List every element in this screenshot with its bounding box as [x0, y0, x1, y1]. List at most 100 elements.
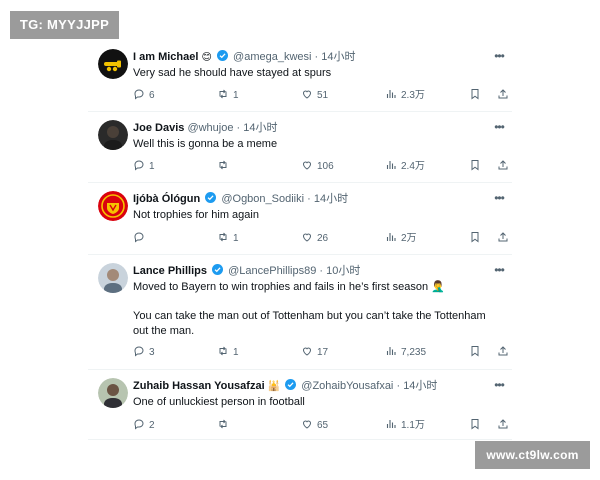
- like-count: 65: [317, 420, 329, 431]
- views-chart-icon: [386, 161, 396, 169]
- tweet-text: One of unluckiest person in football: [133, 395, 496, 410]
- display-name[interactable]: Ijóbà Ólógun: [133, 193, 200, 205]
- bookmark-button[interactable]: [469, 345, 481, 359]
- more-options-icon[interactable]: •••: [492, 379, 506, 391]
- reply-button[interactable]: 2: [133, 418, 155, 432]
- action-bar: 1 26 2万: [133, 231, 512, 245]
- view-count: 2.3万: [401, 90, 425, 101]
- like-button[interactable]: 17: [301, 345, 328, 359]
- display-name[interactable]: Joe Davis: [133, 122, 184, 134]
- retweet-button[interactable]: 1: [217, 88, 239, 102]
- timestamp[interactable]: 14小时: [314, 193, 348, 205]
- bookmark-button[interactable]: [469, 418, 481, 432]
- tweet-card[interactable]: Lance Phillips @LancePhillips89 · 10小时 •…: [88, 255, 512, 370]
- avatar[interactable]: [98, 191, 128, 221]
- handle[interactable]: @whujoe: [187, 122, 233, 134]
- reply-icon: [134, 89, 144, 100]
- like-button[interactable]: 26: [301, 231, 328, 245]
- timestamp[interactable]: 14小时: [403, 380, 437, 392]
- bookmark-button[interactable]: [469, 231, 481, 245]
- views-button[interactable]: 7,235: [385, 345, 426, 359]
- name-emoji: 🕌: [267, 381, 281, 392]
- heart-icon: [302, 347, 312, 356]
- more-options-icon[interactable]: •••: [492, 50, 506, 62]
- views-button[interactable]: 2.3万: [385, 88, 425, 102]
- reply-count: 6: [149, 90, 155, 101]
- bookmark-icon: [471, 419, 479, 430]
- reply-button[interactable]: 6: [133, 88, 155, 102]
- tweet-card[interactable]: I am Michael 😊 @amega_kwesi · 14小时 ••• V…: [88, 41, 512, 112]
- share-icon: [498, 232, 508, 242]
- handle[interactable]: @ZohaibYousafxai: [301, 380, 393, 392]
- avatar[interactable]: [98, 120, 128, 150]
- tweet-text: Moved to Bayern to win trophies and fail…: [133, 280, 496, 338]
- display-name[interactable]: I am Michael: [133, 51, 198, 63]
- handle[interactable]: @Ogbon_Sodiiki: [221, 193, 304, 205]
- bookmark-icon: [471, 89, 479, 100]
- more-options-icon[interactable]: •••: [492, 264, 506, 276]
- like-button[interactable]: 106: [301, 159, 334, 173]
- avatar[interactable]: [98, 378, 128, 408]
- retweet-button[interactable]: 1: [217, 345, 239, 359]
- tweet-text: Not trophies for him again: [133, 208, 496, 223]
- like-button[interactable]: 65: [301, 418, 328, 432]
- tweet-card[interactable]: Joe Davis @whujoe · 14小时 ••• Well this i…: [88, 112, 512, 183]
- tweet-text-line: Well this is gonna be a meme: [133, 138, 278, 150]
- tweet-text-line: One of unluckiest person in football: [133, 396, 305, 408]
- tweet-text: Very sad he should have stayed at spurs: [133, 66, 496, 81]
- views-button[interactable]: 2.4万: [385, 159, 425, 173]
- retweet-icon: [219, 419, 227, 429]
- share-icon: [498, 346, 508, 356]
- reply-icon: [134, 160, 144, 171]
- avatar[interactable]: [98, 49, 128, 79]
- verified-badge-icon: [285, 379, 297, 390]
- arsenal-cannon-icon: [98, 49, 128, 79]
- portrait-icon: [98, 378, 128, 408]
- display-name[interactable]: Zuhaib Hassan Yousafzai: [133, 380, 265, 392]
- tweet-header: Zuhaib Hassan Yousafzai 🕌 @ZohaibYousafx…: [133, 378, 484, 394]
- retweet-button[interactable]: 1: [217, 231, 239, 245]
- like-count: 26: [317, 233, 329, 244]
- reply-button[interactable]: [133, 231, 145, 245]
- like-count: 17: [317, 347, 329, 358]
- reply-button[interactable]: 1: [133, 159, 155, 173]
- retweet-count: 1: [233, 233, 239, 244]
- share-button[interactable]: [497, 88, 509, 102]
- tweet-card[interactable]: Zuhaib Hassan Yousafzai 🕌 @ZohaibYousafx…: [88, 370, 512, 440]
- timestamp[interactable]: 14小时: [243, 122, 277, 134]
- separator-dot: ·: [307, 193, 311, 205]
- separator-dot: ·: [319, 265, 324, 277]
- views-button[interactable]: 1.1万: [385, 418, 425, 432]
- more-options-icon[interactable]: •••: [492, 192, 506, 204]
- timestamp[interactable]: 10小时: [326, 265, 360, 277]
- avatar[interactable]: [98, 263, 128, 293]
- tweet-text-line: Moved to Bayern to win trophies and fail…: [133, 281, 445, 293]
- handle[interactable]: @LancePhillips89: [228, 265, 316, 277]
- views-chart-icon: [386, 420, 396, 428]
- tweet-card[interactable]: Ijóbà Ólógun @Ogbon_Sodiiki · 14小时 ••• N…: [88, 183, 512, 255]
- share-button[interactable]: [497, 418, 509, 432]
- handle[interactable]: @amega_kwesi: [233, 51, 311, 63]
- reply-button[interactable]: 3: [133, 345, 155, 359]
- share-button[interactable]: [497, 231, 509, 245]
- views-button[interactable]: 2万: [385, 231, 417, 245]
- share-button[interactable]: [497, 345, 509, 359]
- like-count: 51: [317, 90, 329, 101]
- retweet-button[interactable]: [217, 159, 229, 173]
- reply-icon: [134, 232, 144, 243]
- tweet-text-line: Very sad he should have stayed at spurs: [133, 67, 332, 79]
- bookmark-button[interactable]: [469, 159, 481, 173]
- reply-count: 2: [149, 420, 155, 431]
- share-button[interactable]: [497, 159, 509, 173]
- portrait-icon: [98, 120, 128, 150]
- view-count: 7,235: [401, 347, 427, 358]
- display-name[interactable]: Lance Phillips: [133, 265, 207, 277]
- timestamp[interactable]: 14小时: [321, 51, 355, 63]
- retweet-button[interactable]: [217, 418, 229, 432]
- bookmark-icon: [471, 346, 479, 357]
- like-button[interactable]: 51: [301, 88, 328, 102]
- tweet-header: I am Michael 😊 @amega_kwesi · 14小时: [133, 49, 484, 65]
- more-options-icon[interactable]: •••: [492, 121, 506, 133]
- action-bar: 2 65 1.1万: [133, 418, 512, 432]
- bookmark-button[interactable]: [469, 88, 481, 102]
